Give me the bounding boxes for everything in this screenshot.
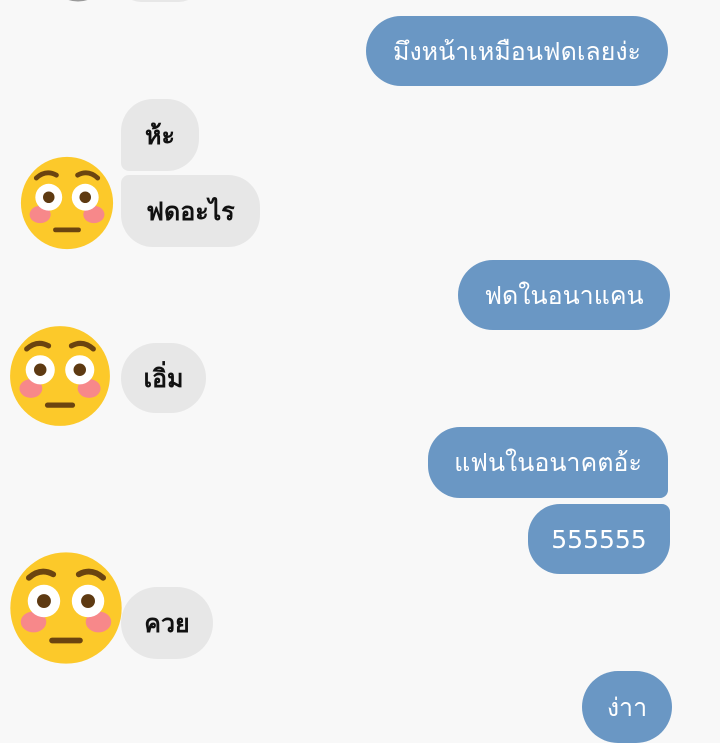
message-text: ควย xyxy=(144,608,190,638)
message-text: ฟดอะไร xyxy=(146,196,235,226)
flushed-face-emoji-icon[interactable] xyxy=(8,550,124,666)
message-bubble-partial xyxy=(120,0,200,2)
message-text: เอิ่ม xyxy=(143,363,184,393)
message-text: แฟนในอนาคตอ้ะ xyxy=(454,448,642,477)
message-text: ฟดในอนาแคน xyxy=(484,280,644,310)
message-bubble-sent[interactable]: มึงหน้าเหมือนฟดเลยง่ะ xyxy=(366,16,668,86)
message-text: ง่าา xyxy=(606,692,648,722)
message-bubble-sent[interactable]: แฟนในอนาคตอ้ะ xyxy=(428,427,668,498)
avatar-partial xyxy=(48,0,108,4)
message-bubble-received[interactable]: ห้ะ xyxy=(121,99,199,171)
message-bubble-sent[interactable]: 555555 xyxy=(528,504,670,574)
flushed-face-emoji-icon[interactable] xyxy=(19,155,115,251)
message-text: 555555 xyxy=(551,524,647,554)
message-bubble-received[interactable]: เอิ่ม xyxy=(121,343,206,413)
message-bubble-received[interactable]: ฟดอะไร xyxy=(121,175,260,247)
message-text: ห้ะ xyxy=(145,120,175,150)
message-bubble-sent[interactable]: ง่าา xyxy=(582,671,672,743)
chat-screen: { "colors": { "background": "#f8f8f8", "… xyxy=(0,0,720,743)
message-text: มึงหน้าเหมือนฟดเลยง่ะ xyxy=(393,36,641,66)
flushed-face-emoji-icon[interactable] xyxy=(8,324,112,428)
message-bubble-received[interactable]: ควย xyxy=(121,587,213,659)
message-bubble-sent[interactable]: ฟดในอนาแคน xyxy=(458,260,670,330)
